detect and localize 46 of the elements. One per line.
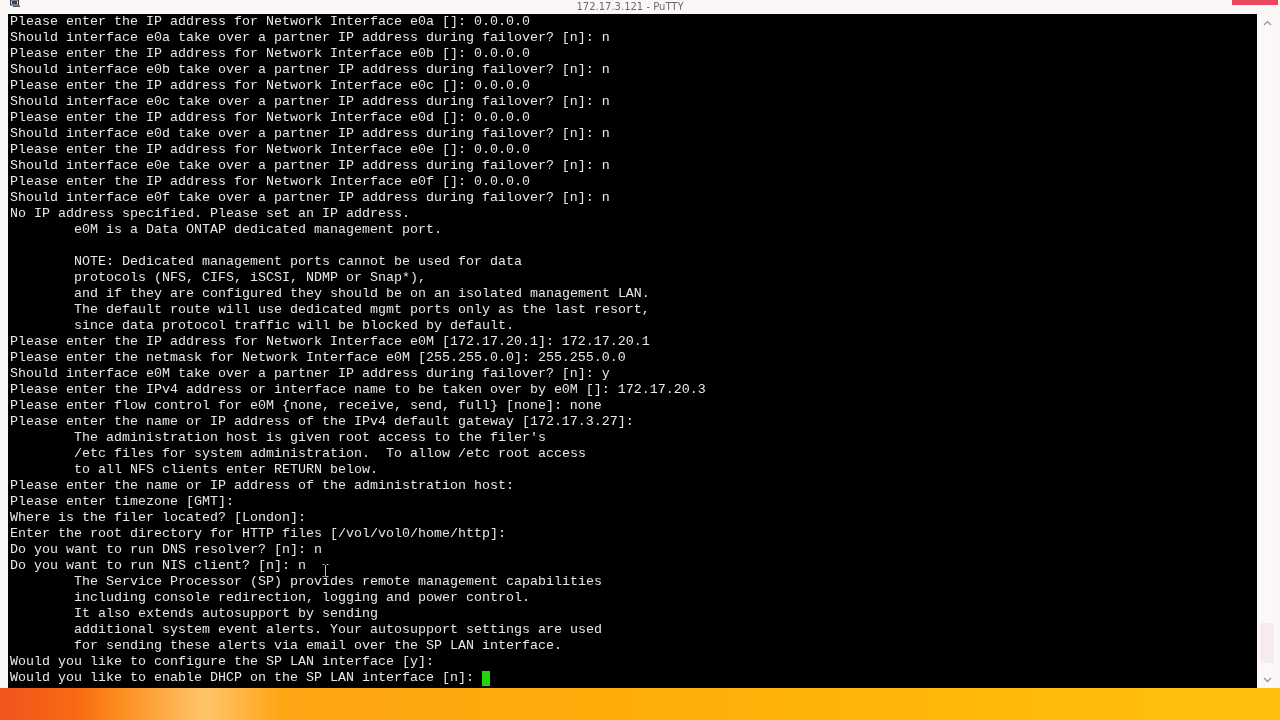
terminal-line: since data protocol traffic will be blocked by default. [74, 318, 514, 334]
terminal-line: No IP address specified. Please set an IP address. [10, 206, 410, 222]
terminal-line: including console redirection, logging and power control. [74, 590, 530, 606]
terminal-line: Please enter flow control for e0M {none, receive, send, full} [none]: none [10, 398, 602, 414]
terminal-line: Please enter the IP address for Network Interface e0a []: 0.0.0.0 [10, 14, 530, 30]
terminal-line: Where is the filer located? [London]: [10, 510, 306, 526]
terminal-line: NOTE: Dedicated management ports cannot be used for data [74, 254, 522, 270]
terminal-line: Please enter the IP address for Network Interface e0e []: 0.0.0.0 [10, 142, 530, 158]
terminal-line: Please enter the IPv4 address or interface name to be taken over by e0M []: 172.17.20.3 [10, 382, 706, 398]
terminal-line: The administration host is given root access to the filer's [74, 430, 546, 446]
terminal-line: to all NFS clients enter RETURN below. [74, 462, 378, 478]
terminal-line: Please enter timezone [GMT]: [10, 494, 234, 510]
i-beam-cursor-icon [322, 564, 329, 577]
terminal-line: additional system event alerts. Your autosupport settings are used [74, 622, 602, 638]
terminal-line: Please enter the IP address for Network Interface e0M [172.17.20.1]: 172.17.20.1 [10, 334, 650, 350]
window-title: 172.17.3.121 - PuTTY [576, 0, 684, 13]
terminal-line: Please enter the name or IP address of the IPv4 default gateway [172.17.3.27]: [10, 414, 634, 430]
terminal-line: Please enter the IP address for Network Interface e0d []: 0.0.0.0 [10, 110, 530, 126]
terminal-line: and if they are configured they should be on an isolated management LAN. [74, 286, 650, 302]
terminal-line: Please enter the IP address for Network Interface e0f []: 0.0.0.0 [10, 174, 530, 190]
terminal-line: It also extends autosupport by sending [74, 606, 378, 622]
terminal-line: The default route will use dedicated mgmt ports only as the last resort, [74, 302, 650, 318]
chevron-up-icon[interactable] [1262, 20, 1272, 26]
chevron-down-icon[interactable] [1262, 677, 1272, 683]
terminal-line: Please enter the netmask for Network Interface e0M [255.255.0.0]: 255.255.0.0 [10, 350, 626, 366]
terminal-line: Please enter the IP address for Network Interface e0c []: 0.0.0.0 [10, 78, 530, 94]
terminal-line: Should interface e0f take over a partner IP address during failover? [n]: n [10, 190, 610, 206]
terminal-line: Should interface e0b take over a partner IP address during failover? [n]: n [10, 62, 610, 78]
terminal-line: Do you want to run DNS resolver? [n]: n [10, 542, 322, 558]
terminal-line: Would you like to configure the SP LAN interface [y]: [10, 654, 434, 670]
terminal-line: Do you want to run NIS client? [n]: n [10, 558, 306, 574]
terminal-line: Should interface e0e take over a partner IP address during failover? [n]: n [10, 158, 610, 174]
terminal-line: e0M is a Data ONTAP dedicated management port. [74, 222, 442, 238]
terminal-line: /etc files for system administration. To allow /etc root access [74, 446, 586, 462]
terminal-line: Would you like to enable DHCP on the SP LAN interface [n]: [10, 670, 474, 686]
terminal-line: Enter the root directory for HTTP files [/vol/vol0/home/http]: [10, 526, 506, 542]
terminal-line: Should interface e0M take over a partner IP address during failover? [n]: y [10, 366, 610, 382]
terminal-line: Should interface e0c take over a partner IP address during failover? [n]: n [10, 94, 610, 110]
terminal-line: Should interface e0d take over a partner IP address during failover? [n]: n [10, 126, 610, 142]
terminal-line: The Service Processor (SP) provides remote management capabilities [74, 574, 602, 590]
terminal-line: Please enter the IP address for Network Interface e0b []: 0.0.0.0 [10, 46, 530, 62]
terminal-line: protocols (NFS, CIFS, iSCSI, NDMP or Snap*), [74, 270, 426, 286]
monitor-icon [10, 0, 22, 7]
terminal-line: for sending these alerts via email over the SP LAN interface. [74, 638, 562, 654]
terminal-line: Should interface e0a take over a partner IP address during failover? [n]: n [10, 30, 610, 46]
terminal-line: Please enter the name or IP address of the administration host: [10, 478, 514, 494]
